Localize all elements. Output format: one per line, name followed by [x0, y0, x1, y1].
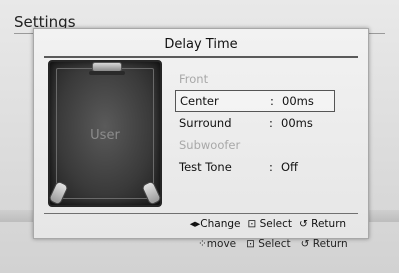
menu-item-colon: :: [270, 94, 274, 108]
select-hint: ⊡ Select: [247, 218, 293, 230]
delay-time-dialog: Delay Time User Front Center : 00ms Surr…: [33, 28, 369, 239]
menu-item-subwoofer: Subwoofer: [175, 134, 335, 156]
menu-item-surround[interactable]: Surround : 00ms: [175, 112, 335, 134]
user-position-label: User: [90, 128, 120, 143]
dialog-bottom-divider: [44, 213, 358, 214]
delay-menu: Front Center : 00ms Surround : 00ms Subw…: [175, 68, 335, 178]
dialog-button-hints: ◂▸Change ⊡ Select ↺ Return: [190, 218, 346, 230]
select-hint: ⊡ Select: [246, 238, 291, 250]
menu-item-value: 00ms: [282, 94, 314, 108]
change-hint: ◂▸Change: [189, 218, 241, 230]
return-hint: ↺ Return: [299, 218, 346, 230]
move-hint: ⁘move: [198, 238, 237, 250]
rear-right-speaker-icon: [140, 180, 163, 206]
menu-item-value: 00ms: [281, 116, 313, 130]
menu-item-front: Front: [175, 68, 335, 90]
center-speaker-base: [89, 71, 125, 75]
menu-item-label: Test Tone: [179, 160, 232, 174]
menu-item-test-tone[interactable]: Test Tone : Off: [175, 156, 335, 178]
return-hint: ↺ Return: [300, 238, 348, 250]
menu-item-value: Off: [281, 160, 298, 174]
menu-item-label: Front: [179, 72, 209, 86]
speaker-diagram: User: [47, 60, 163, 207]
footer-button-hints: ⁘move ⊡ Select ↺ Return: [198, 238, 348, 250]
menu-item-label: Surround: [179, 116, 232, 130]
menu-item-label: Subwoofer: [179, 138, 241, 152]
menu-item-center[interactable]: Center : 00ms: [175, 90, 335, 112]
dialog-title: Delay Time: [164, 37, 238, 52]
menu-item-label: Center: [180, 94, 219, 108]
menu-item-colon: :: [269, 116, 273, 130]
dialog-title-divider: [44, 56, 358, 58]
menu-item-colon: :: [269, 160, 273, 174]
